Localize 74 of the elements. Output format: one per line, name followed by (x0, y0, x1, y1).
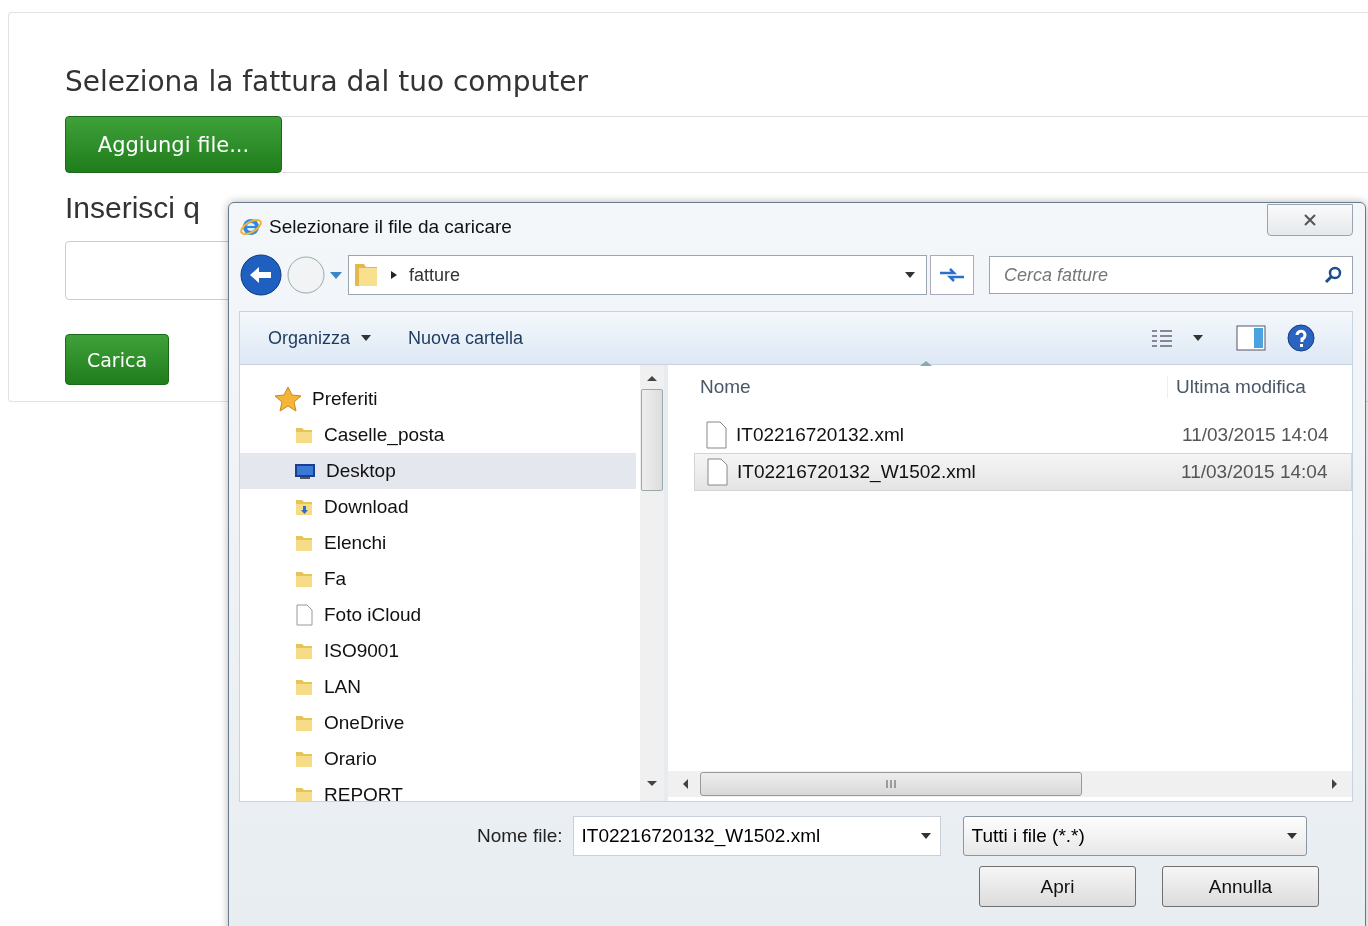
column-header[interactable]: Ultima modifica (1167, 376, 1352, 398)
file-type-dropdown[interactable]: Tutti i file (*.*) (962, 816, 1307, 856)
file-icon (705, 458, 729, 486)
folder-icon (294, 785, 314, 801)
dropdown-icon (904, 271, 916, 279)
tree-item[interactable]: Preferiti (240, 381, 640, 417)
tree-item[interactable]: Foto iCloud (240, 597, 636, 633)
file-row[interactable]: IT02216720132.xml 11/03/2015 14:04 (694, 417, 1352, 453)
field-label: Inserisci q (65, 191, 201, 225)
scroll-up-icon (647, 375, 657, 381)
folder-icon (294, 641, 314, 661)
folder-icon (294, 425, 314, 445)
folder-icon (294, 677, 314, 697)
file-date: 11/03/2015 14:04 (1181, 461, 1329, 483)
vertical-scrollbar[interactable] (640, 365, 664, 801)
help-icon[interactable] (1286, 323, 1316, 353)
refresh-button[interactable] (930, 255, 974, 295)
file-name: IT02216720132_W1502.xml (737, 461, 977, 483)
search-field[interactable]: Cerca fatture (989, 256, 1353, 294)
tree-item[interactable]: Fa (240, 561, 636, 597)
tree-item[interactable]: ISO9001 (240, 633, 636, 669)
tree-item[interactable]: Caselle_posta (240, 417, 636, 453)
file-icon (294, 604, 314, 626)
caret-icon (360, 334, 373, 342)
search-icon (1323, 265, 1343, 285)
folder-icon (294, 713, 314, 733)
star-icon (274, 386, 302, 412)
folder-icon (294, 533, 314, 553)
tree-item[interactable]: Desktop (240, 453, 636, 489)
horizontal-scrollbar[interactable] (668, 771, 1352, 797)
toolbar-button[interactable]: Nuova cartella (400, 323, 532, 353)
scroll-thumb[interactable] (641, 389, 663, 491)
field-label: Nome file: (477, 825, 563, 847)
address-bar[interactable]: fatture (348, 255, 927, 295)
dropdown-icon (919, 832, 932, 840)
grip-icon (885, 780, 897, 788)
tree-item[interactable]: Orario (240, 741, 636, 777)
scroll-right-icon (1332, 779, 1338, 789)
file-row[interactable]: IT02216720132_W1502.xml 11/03/2015 14:04 (694, 453, 1352, 491)
open-button[interactable]: Apri (979, 866, 1136, 907)
close-button[interactable] (1267, 204, 1353, 236)
upload-button[interactable]: Carica (65, 334, 169, 385)
history-dropdown-icon[interactable] (329, 270, 343, 280)
download-folder-icon (294, 497, 314, 517)
tree-item[interactable]: Download (240, 489, 636, 525)
column-header[interactable]: Nome (700, 376, 1167, 398)
tree-item[interactable]: OneDrive (240, 705, 636, 741)
dropdown-icon (1285, 832, 1298, 840)
monitor-icon (294, 462, 316, 480)
scroll-left-icon (682, 779, 688, 789)
file-name: IT02216720132.xml (736, 424, 905, 446)
chevron-icon (389, 270, 399, 280)
close-icon (1303, 214, 1317, 226)
folder-icon (294, 569, 314, 589)
preview-pane-icon[interactable] (1236, 325, 1266, 351)
scroll-down-icon (647, 781, 657, 787)
tree-item[interactable]: LAN (240, 669, 636, 705)
path-segment[interactable]: fatture (409, 264, 461, 286)
folder-icon (353, 262, 379, 288)
menu-button[interactable]: Organizza (260, 323, 381, 353)
folder-icon (294, 749, 314, 769)
dialog-title: Selezionare il file da caricare (269, 216, 513, 238)
add-file-button[interactable]: Aggiungi file... (65, 116, 282, 173)
caret-icon[interactable] (1192, 334, 1204, 342)
back-button[interactable] (239, 253, 283, 297)
file-name-field[interactable]: IT02216720132_W1502.xml (572, 816, 941, 856)
tree-item[interactable]: REPORT (240, 777, 636, 801)
form-heading: Seleziona la fattura dal tuo computer (65, 65, 588, 98)
file-icon (704, 421, 728, 449)
tree-item[interactable]: Elenchi (240, 525, 636, 561)
file-date: 11/03/2015 14:04 (1182, 424, 1330, 446)
scroll-thumb[interactable] (700, 772, 1082, 796)
cancel-button[interactable]: Annulla (1162, 866, 1319, 907)
file-name-field[interactable] (282, 116, 1368, 173)
